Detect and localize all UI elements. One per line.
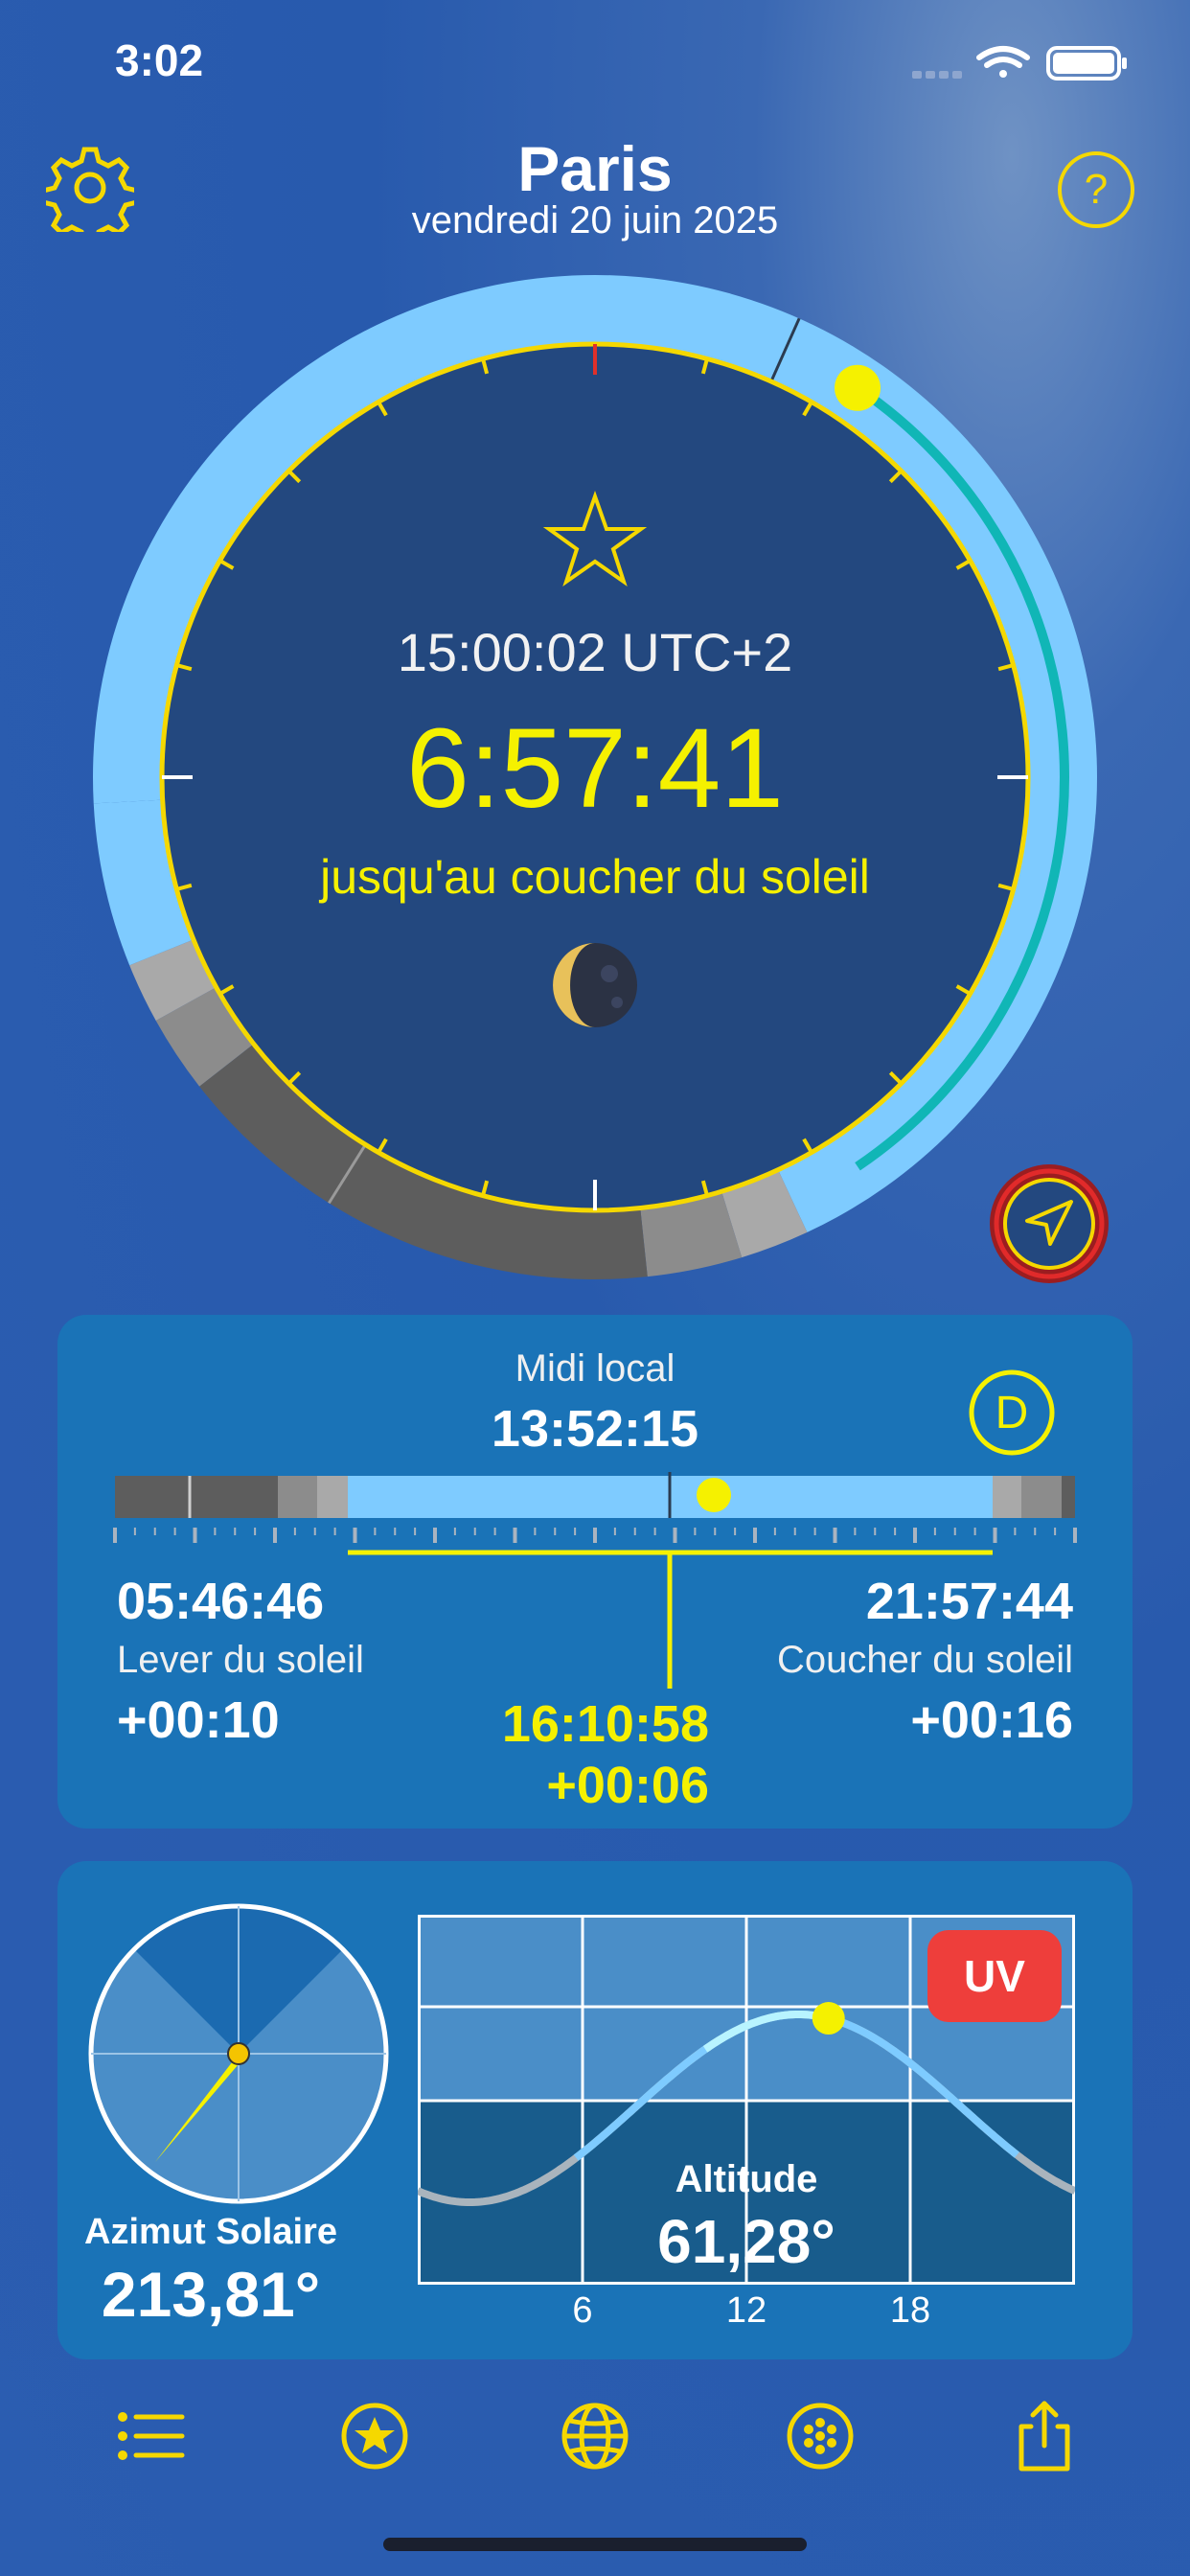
sunrise-label: Lever du soleil [117,1639,364,1681]
altitude-value: 61,28° [657,2207,835,2276]
timeline-segment [220,1476,278,1518]
azimuth-value: 213,81° [101,2259,321,2330]
city-title: Paris [517,133,673,204]
question-icon: ? [1058,151,1134,228]
svg-text:?: ? [1085,166,1108,213]
date-subtitle: vendredi 20 juin 2025 [411,199,779,242]
x-tick-12: 12 [725,2290,767,2331]
remaining-time: 16:10:58 [501,1695,709,1753]
tab-share[interactable] [996,2388,1092,2484]
uv-button[interactable]: UV [927,1930,1062,2022]
mode-badge[interactable]: D [966,1367,1058,1463]
status-bar: 3:02 [0,0,1190,125]
status-time: 3:02 [115,35,204,85]
tab-world[interactable] [547,2388,643,2484]
dots-circle-icon [787,2403,854,2470]
x-tick-18: 18 [889,2290,931,2331]
location-arrow-icon [990,1164,1109,1283]
remaining-delta: +00:06 [546,1757,709,1814]
sun-altitude-marker [812,2002,845,2036]
share-icon [1018,2401,1070,2472]
sunrise-time: 05:46:46 [117,1573,325,1630]
battery-icon [1046,46,1127,80]
countdown-caption: jusqu'au coucher du soleil [320,850,870,904]
timeline-segment [1021,1476,1062,1518]
timeline-segment [115,1476,220,1518]
timeline-segment [278,1476,317,1518]
wifi-icon [976,46,1030,78]
location-button[interactable] [987,1162,1111,1291]
status-icons [912,44,1133,87]
home-indicator [383,2538,807,2551]
timeline-segment [993,1476,1021,1518]
list-icon [118,2412,185,2460]
altitude-label: Altitude [675,2158,818,2200]
star-circle-icon [341,2403,408,2470]
globe-icon [561,2403,629,2470]
help-button[interactable]: ? [1056,150,1136,235]
tab-list[interactable] [102,2388,197,2484]
sunset-label: Coucher du soleil [776,1639,1073,1681]
tab-favorites[interactable] [327,2388,423,2484]
current-time: 15:00:02 UTC+2 [397,622,793,682]
daylight-card: Midi local 13:52:15 D 05:46:46 Lever du … [57,1315,1133,1828]
sun-position-card: Azimut Solaire 213,81° UV Altitude 61,28… [57,1861,1133,2359]
mode-badge-letter: D [995,1388,1029,1438]
x-tick-6: 6 [572,2290,593,2331]
timeline-segment [317,1476,348,1518]
moon-phase-icon [553,943,637,1027]
azimuth-label: Azimut Solaire [84,2212,337,2252]
timeline-segment [1062,1476,1075,1518]
azimuth-compass [88,1903,389,2204]
sunset-countdown: 6:57:41 [406,705,784,832]
sunset-time: 21:57:44 [865,1573,1073,1630]
sun-position-marker [835,364,881,411]
sunset-delta: +00:16 [910,1691,1073,1749]
tab-phases[interactable] [772,2388,868,2484]
cellular-icon [912,71,962,79]
sun-marker [697,1478,731,1512]
